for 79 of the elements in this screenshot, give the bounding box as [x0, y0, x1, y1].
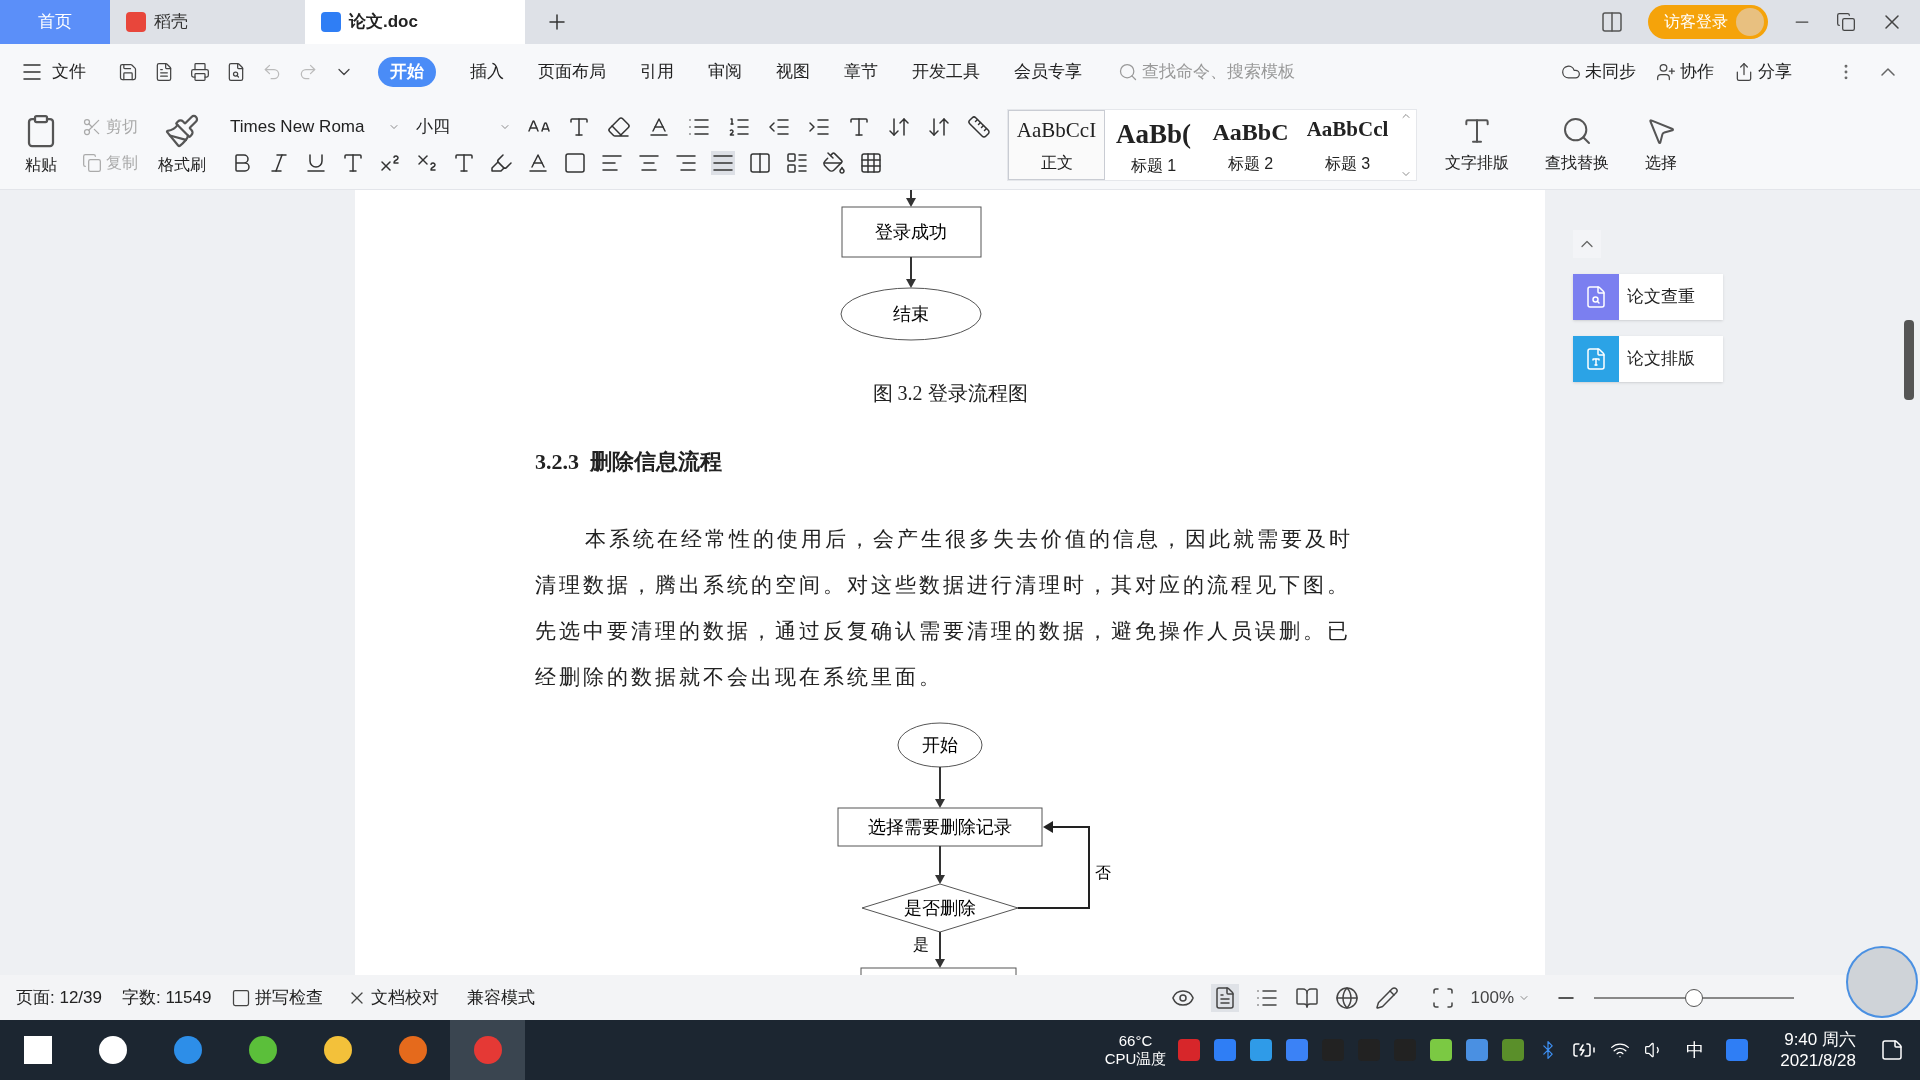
character-border-icon[interactable]: [563, 151, 587, 176]
terminal-node: 结束: [840, 287, 982, 341]
menu-tab[interactable]: 引用: [640, 59, 674, 85]
side-panel-button[interactable]: 论文查重: [1573, 274, 1723, 320]
ribbon-tool[interactable]: 选择: [1645, 114, 1677, 175]
collab-icon: [1656, 62, 1676, 82]
collapse-panel-icon[interactable]: [1573, 230, 1601, 258]
clear-format-icon[interactable]: [607, 114, 631, 139]
decision-node: 是否删除: [861, 883, 1019, 933]
flow-arrow: [906, 190, 916, 207]
web-view-icon[interactable]: [1334, 985, 1359, 1010]
slider-thumb[interactable]: [1685, 988, 1703, 1007]
body-paragraph: 本系统在经常性的使用后，会产生很多失去价值的信息，因此就需要及时清理数据，腾出系统的空间。对这些数据进行清理时，其对应的流程见下图。先选中要清理的数据，通过反复确认需要清理的数据，避免操作人员误删。已经删除的数据就不会出现在系统里面。: [535, 526, 1354, 691]
terminal-node: 开始: [897, 722, 983, 768]
branch-label: 是: [913, 936, 929, 953]
zoom-slider[interactable]: [1594, 987, 1794, 1008]
menu-tab[interactable]: 页面布局: [538, 59, 606, 85]
format-painter-button[interactable]: 格式刷: [158, 112, 206, 177]
reading-view-icon[interactable]: [1294, 985, 1319, 1010]
shading-icon[interactable]: [822, 151, 846, 176]
clock[interactable]: 9:40 周六 2021/8/28: [1780, 1029, 1856, 1071]
input-method[interactable]: 中: [1686, 1036, 1705, 1064]
menu-tab[interactable]: 视图: [776, 59, 810, 85]
figure-caption: 图 3.2 登录流程图: [871, 381, 1029, 405]
fit-page-icon[interactable]: [1430, 985, 1455, 1010]
style-preset[interactable]: AaBb( 标题 1: [1105, 109, 1202, 180]
cpu-temperature[interactable]: 66°C CPU温度: [1104, 1032, 1167, 1068]
print-icon[interactable]: [190, 62, 210, 82]
avatar-icon: [1736, 8, 1764, 36]
menu-tab[interactable]: 审阅: [708, 59, 742, 85]
line-spacing-icon[interactable]: [785, 151, 809, 176]
process-box: 选择需要删除记录: [837, 807, 1043, 847]
menu-tab[interactable]: 章节: [844, 59, 878, 85]
toolbar-action[interactable]: 协作: [1656, 59, 1714, 85]
process-box: 登录成功: [841, 206, 982, 258]
share-icon: [1734, 62, 1754, 82]
style-preset[interactable]: AaBbC 标题 2: [1202, 109, 1299, 180]
spell-check-button[interactable]: 拼写检查: [231, 984, 324, 1011]
borders-icon[interactable]: [859, 151, 883, 176]
flow-arrow: [935, 931, 945, 968]
file-menu[interactable]: 文件: [20, 59, 86, 85]
copy-icon: [82, 152, 102, 173]
justify-icon[interactable]: [711, 151, 735, 176]
export-icon[interactable]: [154, 62, 174, 82]
cut-icon: [82, 116, 102, 137]
paintbrush-icon: [164, 112, 200, 149]
checkbox-icon: [231, 987, 252, 1008]
flow-arrow: [935, 845, 945, 884]
menu-tab[interactable]: 会员专享: [1014, 59, 1082, 85]
document-tab[interactable]: 论文.doc: [305, 0, 525, 44]
notification-icon[interactable]: [1880, 1038, 1904, 1062]
flow-arrow: [935, 766, 945, 808]
menu-tab[interactable]: 插入: [470, 59, 504, 85]
word-count: 字数: 11549: [122, 986, 212, 1009]
flow-arrow: [906, 256, 916, 288]
branch-label: 否: [1095, 864, 1111, 881]
paste-button[interactable]: 粘贴: [16, 112, 66, 177]
proofread-button[interactable]: 文档校对: [347, 984, 440, 1011]
zoom-dropdown[interactable]: 100%: [1470, 984, 1530, 1011]
pen-icon[interactable]: [1374, 985, 1399, 1010]
toolbar-action[interactable]: 分享: [1734, 59, 1792, 85]
save-icon[interactable]: [118, 62, 138, 82]
toolbar-action[interactable]: 未同步: [1561, 59, 1636, 85]
ribbon-tool[interactable]: 文字排版: [1445, 114, 1509, 175]
section-heading: 3.2.3 删除信息流程: [534, 449, 723, 475]
font-size-field[interactable]: 小四: [416, 113, 511, 140]
side-panel-button[interactable]: 论文排版: [1573, 336, 1723, 382]
restore-icon[interactable]: [1836, 12, 1856, 32]
font-name-field[interactable]: Times New Roma: [230, 113, 400, 140]
compatibility-mode: 兼容模式: [467, 986, 536, 1009]
ruler-icon[interactable]: [967, 114, 991, 139]
style-preset[interactable]: AaBbCcl 标题 3: [1299, 109, 1396, 180]
ribbon-tool[interactable]: 查找替换: [1545, 114, 1609, 175]
page-view-icon[interactable]: [1210, 983, 1239, 1012]
scrollbar[interactable]: [1904, 320, 1914, 400]
page-count: 页面: 12/39: [16, 986, 102, 1009]
style-preset[interactable]: AaBbCcI 正文: [1008, 109, 1105, 180]
menu-tab[interactable]: 开发工具: [912, 59, 980, 85]
preview-icon[interactable]: [226, 62, 246, 82]
